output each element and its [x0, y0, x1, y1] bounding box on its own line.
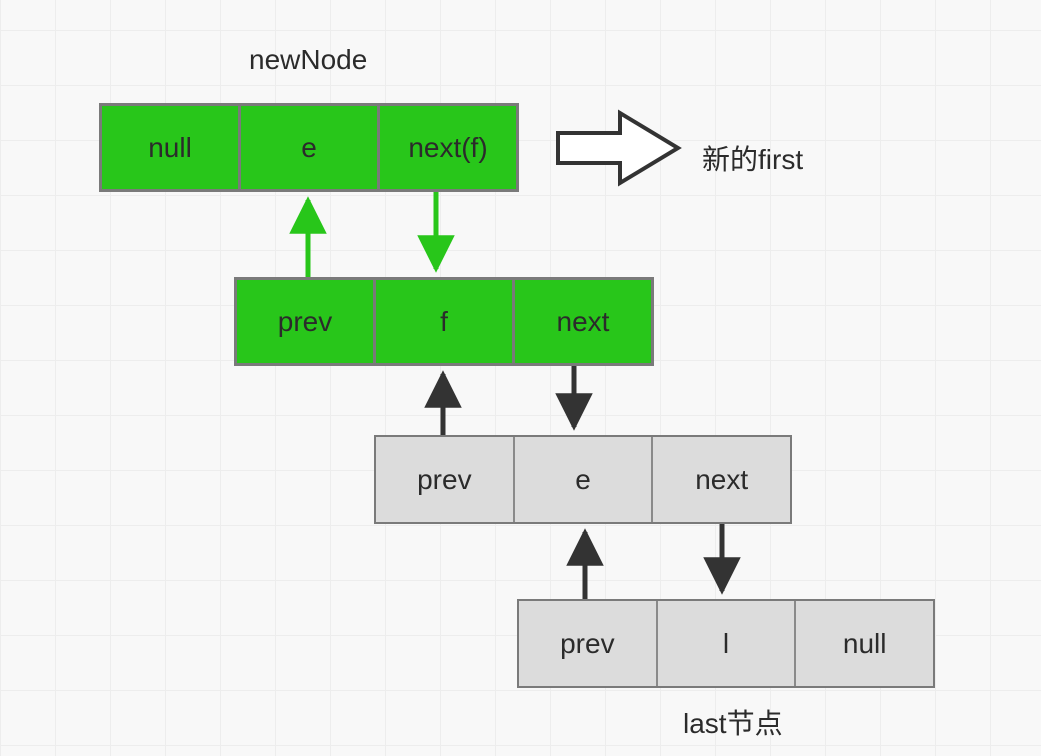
- label-newfirst: 新的first: [702, 138, 803, 178]
- node-last-val: l: [658, 601, 797, 686]
- node-e-next: next: [653, 437, 790, 522]
- node-new: null e next(f): [99, 103, 519, 192]
- node-new-prev: null: [102, 106, 241, 189]
- big-arrow-icon: [558, 113, 678, 183]
- node-last-prev: prev: [519, 601, 658, 686]
- label-lastnode: last节点: [683, 702, 783, 742]
- node-e-prev: prev: [376, 437, 515, 522]
- node-f: prev f next: [234, 277, 654, 366]
- node-new-val: e: [241, 106, 380, 189]
- node-e-val: e: [515, 437, 654, 522]
- node-last: prev l null: [517, 599, 935, 688]
- label-newnode: newNode: [249, 44, 367, 76]
- node-new-next: next(f): [380, 106, 516, 189]
- node-f-next: next: [515, 280, 651, 363]
- node-f-prev: prev: [237, 280, 376, 363]
- node-last-next: null: [796, 601, 933, 686]
- node-e: prev e next: [374, 435, 792, 524]
- node-f-val: f: [376, 280, 515, 363]
